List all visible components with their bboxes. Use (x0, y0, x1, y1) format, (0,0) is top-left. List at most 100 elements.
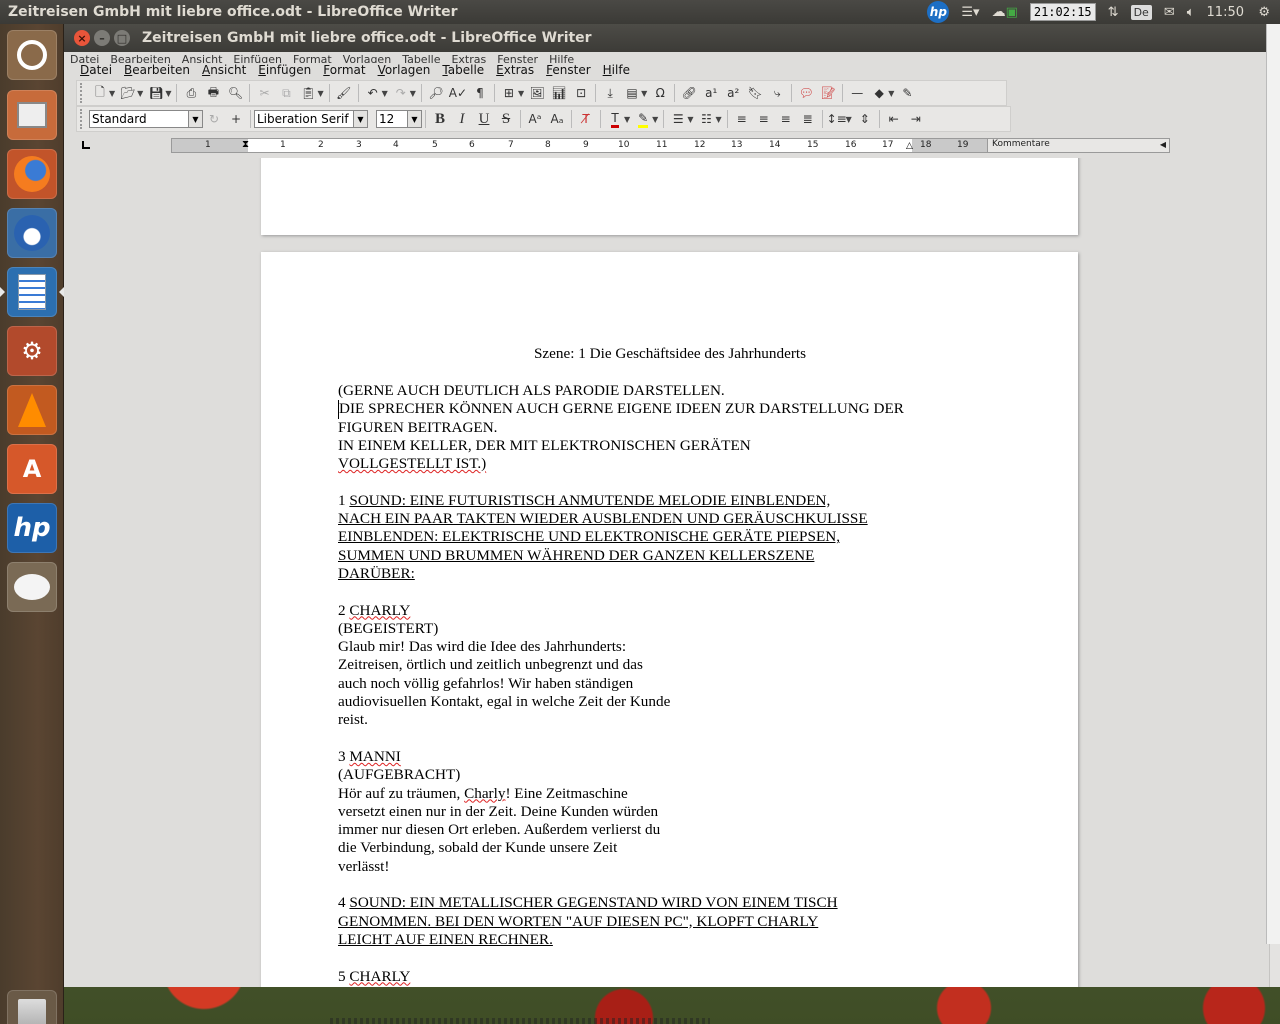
superscript-button[interactable]: Aᵃ (525, 109, 545, 129)
background-window-edge[interactable] (1266, 24, 1280, 944)
paragraph-style-dropdown[interactable]: ▼ (188, 111, 202, 127)
toolbar-grip[interactable] (80, 109, 86, 129)
numbering-button[interactable]: ☷ (696, 109, 716, 129)
numbering-dropdown[interactable]: ▼ (715, 115, 721, 124)
export-pdf-button[interactable]: ⎙ (181, 83, 201, 103)
insert-chart-button[interactable]: 📊︎ (549, 83, 569, 103)
bullets-button[interactable]: ☰ (668, 109, 688, 129)
track-changes-button[interactable]: 📝︎ (818, 83, 838, 103)
page-break-button[interactable]: ⤓ (600, 83, 620, 103)
launcher-writer[interactable] (7, 267, 57, 317)
paste-dropdown-arrow[interactable]: ▼ (317, 89, 323, 98)
endnote-button[interactable]: a² (723, 83, 743, 103)
launcher-firefox[interactable] (7, 149, 57, 199)
new-style-button[interactable]: + (226, 109, 246, 129)
window-titlebar[interactable]: × – □ Zeitreisen GmbH mit liebre office.… (64, 24, 1280, 52)
right-indent-marker[interactable]: △ (906, 141, 913, 151)
insert-textbox-button[interactable]: ⊡ (571, 83, 591, 103)
menu-datei[interactable]: Datei (74, 62, 118, 79)
save-dropdown-arrow[interactable]: ▼ (165, 89, 171, 98)
field-dropdown-arrow[interactable]: ▼ (641, 89, 647, 98)
find-replace-button[interactable]: 🔎︎ (426, 83, 446, 103)
clear-formatting-button[interactable]: T̸ (576, 109, 596, 129)
launcher-vlc[interactable] (7, 385, 57, 435)
menu-fenster[interactable]: Fenster (540, 62, 597, 79)
spelling-button[interactable]: A✓ (448, 83, 468, 103)
highlight-dropdown[interactable]: ▼ (652, 115, 658, 124)
font-name-dropdown[interactable]: ▼ (353, 111, 367, 127)
network-indicator[interactable]: ⇅ (1102, 0, 1125, 24)
bullets-dropdown[interactable]: ▼ (687, 115, 693, 124)
open-dropdown-arrow[interactable]: ▼ (137, 89, 143, 98)
redo-dropdown-arrow[interactable]: ▼ (410, 89, 416, 98)
mail-indicator[interactable]: ✉ (1158, 0, 1181, 24)
keyboard-indicator[interactable]: De (1125, 0, 1158, 24)
redo-button[interactable]: ↷ (391, 83, 411, 103)
paragraph-style-box[interactable]: Standard ▼ (89, 110, 203, 128)
launcher-dash[interactable] (7, 30, 57, 80)
launcher-software-center[interactable]: A (7, 444, 57, 494)
table-dropdown-arrow[interactable]: ▼ (518, 89, 524, 98)
open-button[interactable]: 📂︎ (118, 83, 138, 103)
menu-hilfe[interactable]: Hilfe (597, 62, 636, 79)
justify-button[interactable]: ≣ (798, 109, 818, 129)
launcher-files[interactable] (7, 90, 57, 140)
bookmark-button[interactable]: 🔖︎ (745, 83, 765, 103)
collapse-arrow-icon[interactable]: ◀ (1160, 140, 1166, 149)
bold-button[interactable]: B (430, 109, 450, 129)
decrease-indent-button[interactable]: ⇤ (884, 109, 904, 129)
increase-indent-button[interactable]: ⇥ (906, 109, 926, 129)
menu-indicator[interactable]: ☰▾ (955, 0, 985, 24)
print-preview-button[interactable]: 🔍︎ (225, 83, 245, 103)
italic-button[interactable]: I (452, 109, 472, 129)
formatting-marks-button[interactable]: ¶ (470, 83, 490, 103)
align-right-button[interactable]: ≡ (776, 109, 796, 129)
strikethrough-button[interactable]: S (496, 109, 516, 129)
new-dropdown-arrow[interactable]: ▼ (109, 89, 115, 98)
document-area[interactable]: Szene: 1 Die Geschäftsidee des Jahrhunde… (75, 158, 1269, 987)
menu-vorlagen[interactable]: Vorlagen (372, 62, 437, 79)
subscript-button[interactable]: Aₐ (547, 109, 567, 129)
menu-einfuegen[interactable]: Einfügen (252, 62, 317, 79)
horizontal-ruler[interactable]: 1 1 2 3 4 5 6 7 8 9 10 11 12 13 14 15 16… (171, 138, 988, 153)
undo-dropdown-arrow[interactable]: ▼ (382, 89, 388, 98)
hyperlink-button[interactable]: 🔗︎ (679, 83, 699, 103)
align-center-button[interactable]: ≡ (754, 109, 774, 129)
paste-button[interactable]: 📋︎ (298, 83, 318, 103)
current-page[interactable]: Szene: 1 Die Geschäftsidee des Jahrhunde… (261, 252, 1078, 987)
align-left-button[interactable]: ≡ (732, 109, 752, 129)
comments-ruler[interactable]: Kommentare ◀ (987, 138, 1170, 153)
clock-box-indicator[interactable]: 21:02:15 (1024, 0, 1102, 24)
line-spacing-button[interactable]: ↕≡ (827, 109, 847, 129)
special-character-button[interactable]: Ω (650, 83, 670, 103)
intro-block[interactable]: (GERNE AUCH DEUTLICH ALS PARODIE DARSTEL… (338, 382, 958, 986)
launcher-sheep[interactable] (7, 562, 57, 612)
launcher-hp[interactable]: hp (7, 503, 57, 553)
insert-image-button[interactable]: 🖼︎ (527, 83, 547, 103)
basic-shapes-button[interactable]: ◆ (869, 83, 889, 103)
previous-page[interactable] (261, 158, 1078, 235)
font-name-box[interactable]: Liberation Serif ▼ (254, 110, 368, 128)
launcher-thunderbird[interactable] (7, 208, 57, 258)
save-button[interactable]: 💾︎ (146, 83, 166, 103)
cross-reference-button[interactable]: ⤷ (767, 83, 787, 103)
update-style-button[interactable]: ↻ (204, 109, 224, 129)
close-button[interactable]: × (74, 30, 90, 46)
menu-format[interactable]: Format (317, 62, 371, 79)
menu-ansicht[interactable]: Ansicht (196, 62, 252, 79)
menu-bearbeiten[interactable]: Bearbeiten (118, 62, 196, 79)
underline-button[interactable]: U (474, 109, 494, 129)
paragraph-spacing-button[interactable]: ⇕ (855, 109, 875, 129)
launcher-system-settings[interactable]: ⚙ (7, 326, 57, 376)
clone-formatting-button[interactable]: 🖌︎ (334, 83, 354, 103)
maximize-button[interactable]: □ (114, 30, 130, 46)
insert-table-button[interactable]: ⊞ (499, 83, 519, 103)
insert-line-button[interactable]: — (847, 83, 867, 103)
print-button[interactable]: 🖶︎ (203, 83, 223, 103)
footnote-button[interactable]: a¹ (701, 83, 721, 103)
hp-indicator[interactable]: hp (921, 0, 955, 24)
menu-extras[interactable]: Extras (490, 62, 540, 79)
line-spacing-dropdown[interactable]: ▼ (846, 115, 852, 124)
font-color-button[interactable]: T (605, 109, 625, 129)
sheep-indicator[interactable]: ☁ ▣ (986, 0, 1024, 24)
